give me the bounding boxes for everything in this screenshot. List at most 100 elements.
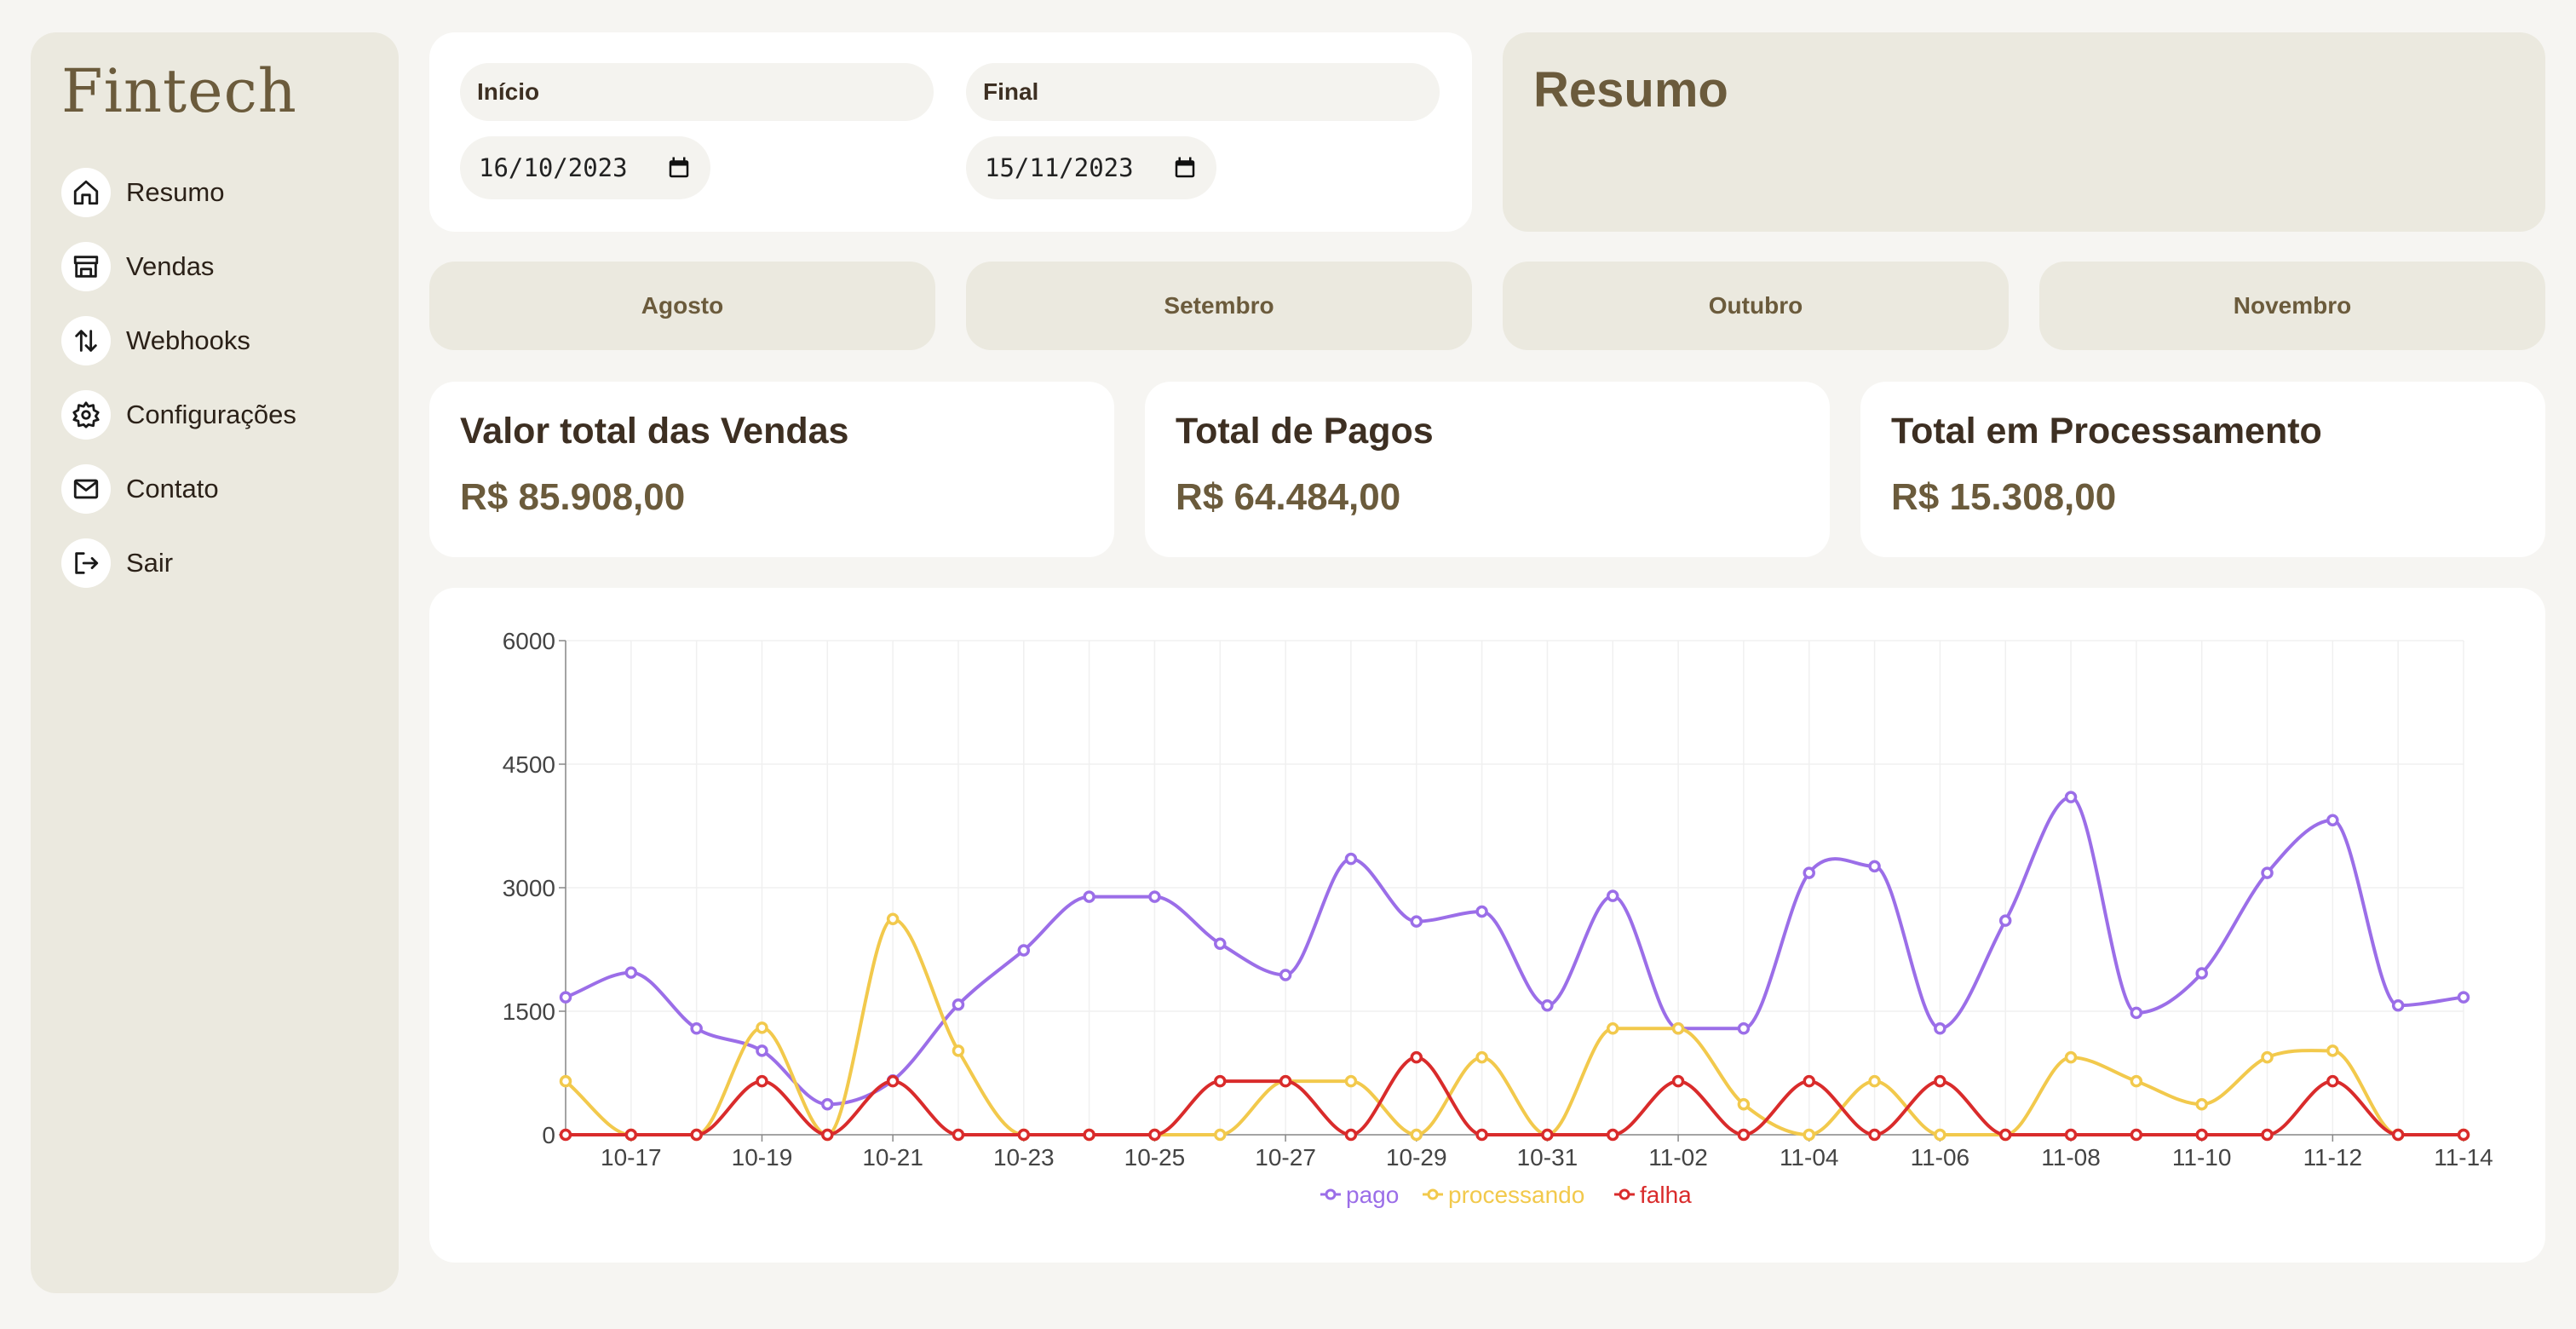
sidebar-item-contato[interactable]: Contato <box>61 452 368 526</box>
data-point-falha <box>1998 1128 2012 1142</box>
data-point-pago <box>2064 791 2078 803</box>
data-point-pago <box>1279 969 1292 981</box>
data-point-pago <box>1868 860 1881 873</box>
data-point-falha <box>690 1128 703 1142</box>
data-point-falha <box>1083 1128 1095 1142</box>
data-point-processando <box>952 1044 965 1057</box>
date-range-card: Início 16/10/2023 Final 15/11/2023 <box>429 32 1472 232</box>
data-point-processando <box>2326 1044 2339 1057</box>
total-title: Total em Processamento <box>1891 411 2322 452</box>
start-date-input[interactable]: 16/10/2023 <box>460 136 710 199</box>
legend-marker-falha <box>1619 1188 1630 1200</box>
data-point-falha <box>821 1128 834 1142</box>
x-tick-label: 11-10 <box>2172 1144 2232 1171</box>
y-tick-label: 6000 <box>503 628 555 654</box>
x-tick-label: 10-23 <box>993 1144 1055 1171</box>
data-point-pago <box>624 966 638 979</box>
series-line-pago <box>565 795 2464 1107</box>
data-point-falha <box>886 1074 900 1088</box>
data-point-pago <box>1475 905 1488 918</box>
data-point-falha <box>1410 1050 1423 1064</box>
data-point-pago <box>952 998 965 1011</box>
data-point-falha <box>1148 1128 1161 1142</box>
data-point-pago <box>1083 890 1095 903</box>
data-point-pago <box>1998 914 2012 927</box>
sidebar-item-label: Contato <box>126 473 219 503</box>
sales-chart-card: 0 1500 3000 4500 6000 10-17 10-19 10-21 10-23 10-… <box>429 588 2545 1263</box>
data-point-processando <box>1344 1074 1358 1088</box>
start-date-value: 16/10/2023 <box>479 153 628 182</box>
data-point-falha <box>2457 1128 2470 1142</box>
total-value: R$ 85.908,00 <box>460 476 686 518</box>
data-point-falha <box>2195 1128 2208 1142</box>
x-tick-label: 11-08 <box>2041 1144 2101 1171</box>
data-point-pago <box>1410 915 1423 928</box>
sidebar-item-sair[interactable]: Sair <box>61 526 368 600</box>
total-pagos-card: Total de Pagos R$ 64.484,00 <box>1145 382 1830 557</box>
x-tick-label: 10-31 <box>1517 1144 1578 1171</box>
sidebar-item-label: Configurações <box>126 399 296 429</box>
sidebar-item-resumo[interactable]: Resumo <box>61 155 368 229</box>
sidebar: Fintech Resumo Vendas Webhooks Configura… <box>31 32 399 1293</box>
total-value: R$ 15.308,00 <box>1891 476 2117 518</box>
y-tick-label: 0 <box>542 1122 555 1148</box>
sidebar-item-label: Webhooks <box>126 325 250 355</box>
data-point-processando <box>756 1021 768 1034</box>
store-icon <box>61 241 111 291</box>
data-point-pago <box>756 1044 768 1057</box>
data-point-falha <box>2130 1128 2143 1142</box>
start-date-label: Início <box>460 63 934 121</box>
month-button-setembro[interactable]: Setembro <box>966 262 1472 350</box>
data-point-falha <box>1344 1128 1358 1142</box>
x-tick-label: 10-19 <box>732 1144 793 1171</box>
data-point-falha <box>2261 1128 2274 1142</box>
data-point-pago <box>1344 852 1358 866</box>
data-point-processando <box>1214 1128 1227 1142</box>
sidebar-item-webhooks[interactable]: Webhooks <box>61 303 368 377</box>
data-point-pago <box>1803 866 1815 879</box>
data-point-falha <box>2391 1128 2405 1142</box>
total-vendas-card: Valor total das Vendas R$ 85.908,00 <box>429 382 1114 557</box>
month-button-agosto[interactable]: Agosto <box>429 262 935 350</box>
data-point-pago <box>2326 814 2339 826</box>
data-point-pago <box>2457 991 2470 1004</box>
logout-icon <box>61 538 111 588</box>
sidebar-item-label: Sair <box>126 547 174 578</box>
data-point-falha <box>559 1128 572 1142</box>
end-date-input[interactable]: 15/11/2023 <box>966 136 1216 199</box>
calendar-icon[interactable] <box>666 155 692 181</box>
end-date-label: Final <box>966 63 1440 121</box>
legend-marker-pago <box>1325 1188 1337 1200</box>
x-tick-label: 10-21 <box>862 1144 923 1171</box>
total-value: R$ 64.484,00 <box>1176 476 1401 518</box>
mail-icon <box>61 463 111 514</box>
sidebar-item-label: Resumo <box>126 176 225 207</box>
gear-icon <box>61 389 111 440</box>
data-point-falha <box>756 1074 768 1088</box>
data-point-falha <box>1737 1128 1751 1142</box>
sidebar-item-configuracoes[interactable]: Configurações <box>61 377 368 452</box>
data-point-pago <box>2195 967 2208 980</box>
x-tick-label: 11-12 <box>2303 1144 2363 1171</box>
data-point-processando <box>1868 1074 1881 1088</box>
legend-marker-processando <box>1427 1188 1439 1200</box>
data-point-processando <box>1410 1128 1423 1142</box>
data-point-processando <box>559 1074 572 1088</box>
data-point-pago <box>690 1022 703 1035</box>
total-processamento-card: Total em Processamento R$ 15.308,00 <box>1860 382 2545 557</box>
month-button-novembro[interactable]: Novembro <box>2039 262 2545 350</box>
month-button-outubro[interactable]: Outubro <box>1503 262 2009 350</box>
data-point-processando <box>2130 1074 2143 1088</box>
calendar-icon[interactable] <box>1172 155 1198 181</box>
home-icon <box>61 167 111 217</box>
data-point-pago <box>821 1097 834 1111</box>
sidebar-item-vendas[interactable]: Vendas <box>61 229 368 303</box>
legend-label-processando: processando <box>1448 1182 1584 1208</box>
data-point-pago <box>2261 866 2274 879</box>
page-title: Resumo <box>1533 62 1728 118</box>
data-point-falha <box>2064 1128 2078 1142</box>
x-tick-label: 11-04 <box>1780 1144 1839 1171</box>
total-title: Total de Pagos <box>1176 411 1434 452</box>
data-point-processando <box>2064 1050 2078 1064</box>
data-point-falha <box>952 1128 965 1142</box>
